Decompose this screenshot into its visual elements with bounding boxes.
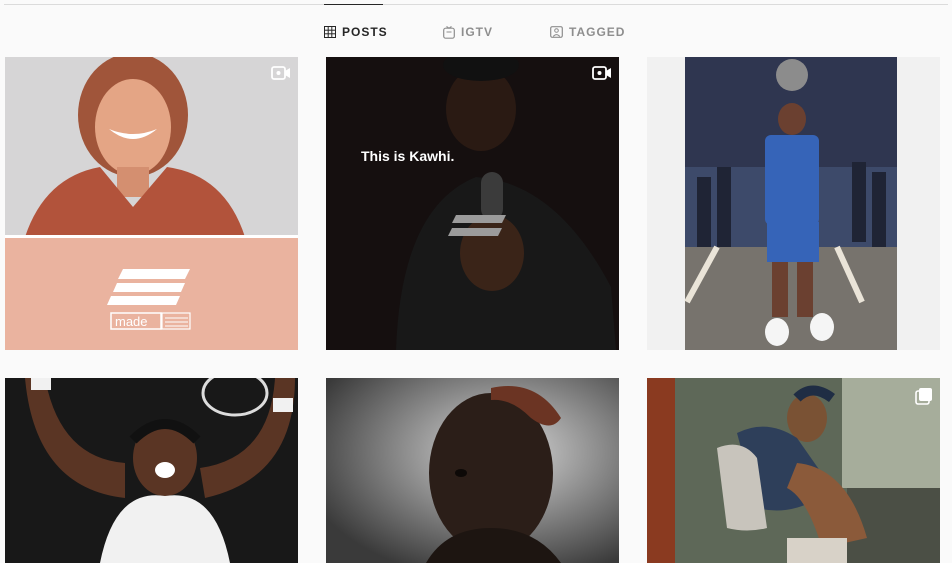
grid-icon <box>324 26 336 38</box>
made-logo-text: made <box>115 314 148 329</box>
tagged-icon <box>550 26 563 38</box>
post-tile[interactable]: This is Kawhi. <box>326 57 619 350</box>
tab-posts-label: POSTS <box>342 25 388 39</box>
post-image-tennis <box>5 378 298 563</box>
tab-posts[interactable]: POSTS <box>324 23 388 41</box>
tab-igtv[interactable]: IGTV <box>443 23 493 41</box>
active-tab-indicator <box>324 4 383 5</box>
post-tile[interactable] <box>326 378 619 563</box>
post-tile[interactable] <box>647 378 940 563</box>
post-image-kawhi <box>326 57 619 350</box>
carousel-icon <box>915 387 933 410</box>
post-image-portrait <box>326 378 619 563</box>
post-image-woman-made: made <box>5 57 298 350</box>
post-tile[interactable]: made <box>5 57 298 350</box>
tab-tagged[interactable]: TAGGED <box>550 23 625 41</box>
tab-igtv-label: IGTV <box>461 25 494 39</box>
post-tile[interactable] <box>5 378 298 563</box>
post-tile[interactable] <box>647 57 940 350</box>
video-icon <box>271 66 291 85</box>
tab-tagged-label: TAGGED <box>569 25 626 39</box>
post-image-lacing <box>647 378 940 563</box>
tabs-divider <box>4 4 948 5</box>
post-image-allstar <box>647 57 940 350</box>
video-icon <box>592 66 612 85</box>
igtv-icon <box>443 25 455 39</box>
post-caption-text: This is Kawhi. <box>361 148 455 164</box>
